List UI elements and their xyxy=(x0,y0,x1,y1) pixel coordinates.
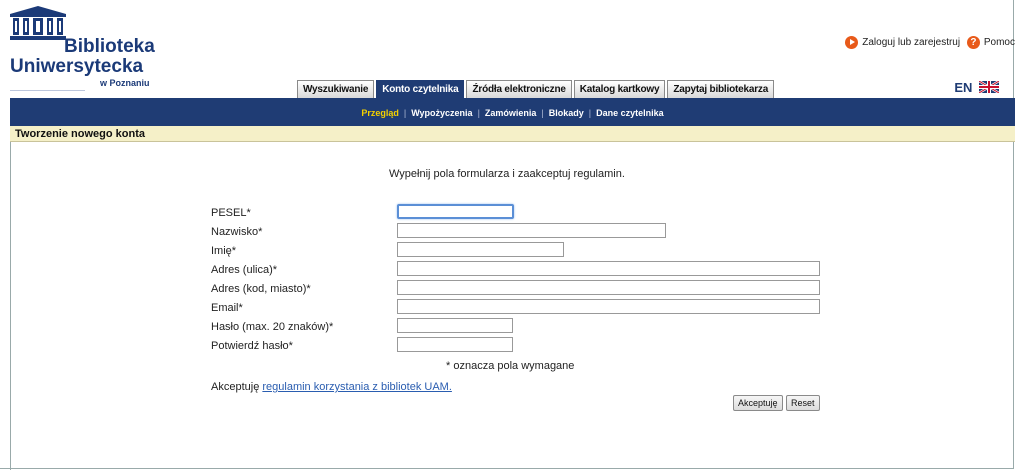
subnav-dane-czytelnika[interactable]: Dane czytelnika xyxy=(596,108,664,118)
logo-subtitle: Uniwersytecka xyxy=(10,56,144,77)
subnav-przeglad[interactable]: Przegląd xyxy=(361,108,399,118)
language-code: EN xyxy=(954,80,973,95)
uk-flag-icon xyxy=(979,81,999,93)
separator: | xyxy=(403,108,407,118)
help-icon: ? xyxy=(966,36,980,49)
nazwisko-input[interactable] xyxy=(397,223,666,238)
form-intro: Wypełnij pola formularza i zaakceptuj re… xyxy=(389,168,625,180)
haslo-label: Hasło (max. 20 znaków)* xyxy=(211,321,334,333)
adres-kod-miasto-input[interactable] xyxy=(397,280,820,295)
accept-prefix: Akceptuję xyxy=(211,381,260,393)
top-links: Zaloguj lub zarejestruj ? Pomoc xyxy=(845,36,1015,49)
adres-ulica-label: Adres (ulica)* xyxy=(211,264,278,276)
language-switch[interactable]: EN xyxy=(954,80,999,95)
accept-terms-line: Akceptuję regulamin korzystania z biblio… xyxy=(211,381,452,393)
tab-wyszukiwanie[interactable]: Wyszukiwanie xyxy=(297,80,375,98)
help-link[interactable]: Pomoc xyxy=(984,37,1015,48)
separator: | xyxy=(588,108,592,118)
imie-input[interactable] xyxy=(397,242,564,257)
logo-city: w Poznaniu xyxy=(100,78,150,88)
tab-konto-czytelnika[interactable]: Konto czytelnika xyxy=(376,80,465,99)
tab-katalog-kartkowy[interactable]: Katalog kartkowy xyxy=(573,80,666,98)
email-label: Email* xyxy=(211,302,243,314)
login-link[interactable]: Zaloguj lub zarejestruj xyxy=(862,37,960,48)
nazwisko-label: Nazwisko* xyxy=(211,226,263,238)
logo-underline xyxy=(10,90,85,91)
separator: | xyxy=(541,108,544,118)
logo-title: Biblioteka xyxy=(64,36,155,57)
tab-zrodla-elektroniczne[interactable]: Źródła elektroniczne xyxy=(466,80,572,98)
subnav-wypozyczenia[interactable]: Wypożyczenia xyxy=(411,108,472,118)
accept-button[interactable]: Akceptuję xyxy=(733,395,783,411)
section-title: Tworzenie nowego konta xyxy=(15,128,145,140)
tab-zapytaj-bibliotekarza[interactable]: Zapytaj bibliotekarza xyxy=(667,80,775,98)
library-building-icon xyxy=(10,6,66,40)
confirm-password-input[interactable] xyxy=(397,337,513,352)
terms-link[interactable]: regulamin korzystania z bibliotek UAM. xyxy=(262,381,452,393)
separator: | xyxy=(477,108,480,118)
main-tabs: Wyszukiwanie Konto czytelnika Źródła ele… xyxy=(297,80,775,99)
pesel-input[interactable] xyxy=(397,204,514,219)
reset-button[interactable]: Reset xyxy=(786,395,820,411)
imie-label: Imię* xyxy=(211,245,237,257)
adres-kod-miasto-label: Adres (kod, miasto)* xyxy=(211,283,311,295)
left-border xyxy=(10,141,11,470)
pesel-label: PESEL* xyxy=(211,207,251,219)
potwierdz-haslo-label: Potwierdź hasło* xyxy=(211,340,293,352)
play-icon xyxy=(845,36,859,49)
account-subnav: Przegląd | Wypożyczenia | Zamówienia | Blokady… xyxy=(10,98,1015,126)
password-input[interactable] xyxy=(397,318,513,333)
email-input[interactable] xyxy=(397,299,820,314)
subnav-blokady[interactable]: Blokady xyxy=(549,108,584,118)
adres-ulica-input[interactable] xyxy=(397,261,820,276)
section-header: Tworzenie nowego konta xyxy=(10,126,1015,142)
library-logo[interactable]: Biblioteka Uniwersytecka w Poznaniu xyxy=(10,6,170,91)
subnav-zamowienia[interactable]: Zamówienia xyxy=(485,108,537,118)
required-note: * oznacza pola wymagane xyxy=(446,360,575,372)
